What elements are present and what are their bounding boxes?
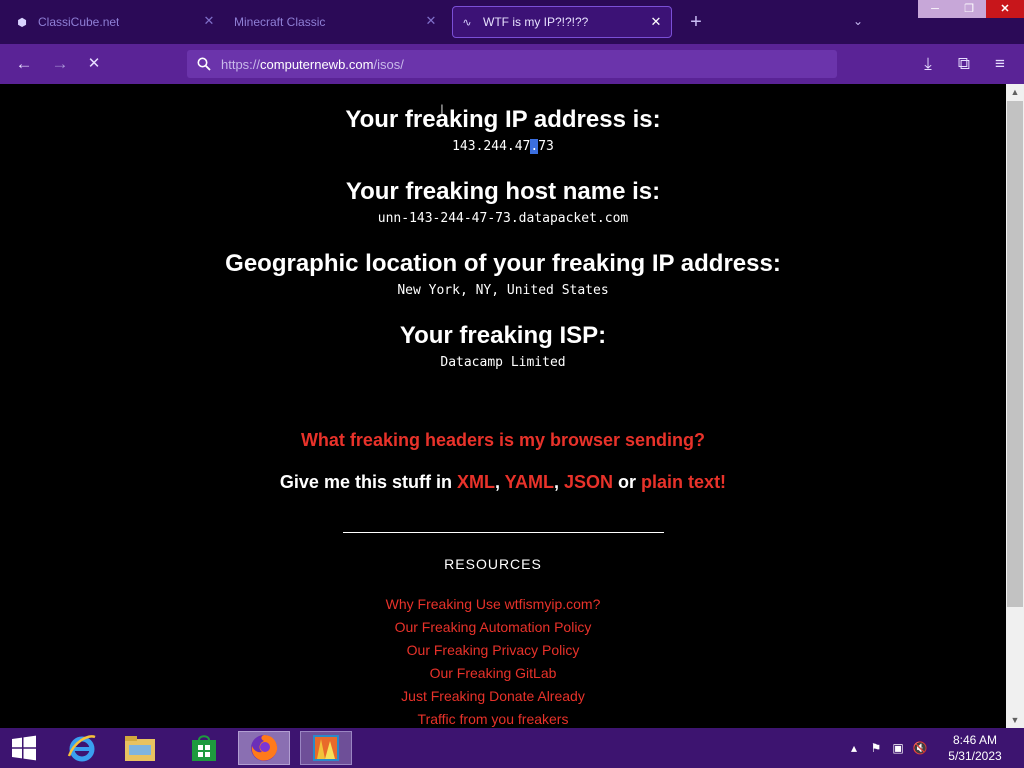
window-controls: ─ ❐ ✕	[918, 0, 1024, 18]
resource-link-privacy-policy[interactable]: Our Freaking Privacy Policy	[0, 642, 986, 658]
url-text: https://computernewb.com/isos/	[221, 57, 404, 72]
internet-explorer-icon	[67, 735, 96, 762]
format-separator: ,	[553, 472, 564, 492]
close-tab-icon[interactable]: ✕	[649, 15, 663, 29]
tab-label: ClassiCube.net	[38, 15, 120, 29]
host-heading: Your freaking host name is:	[345, 178, 661, 205]
cube-icon: ⬢	[17, 16, 27, 29]
vertical-scrollbar[interactable]: ▲ ▼	[1006, 84, 1024, 728]
action-center-flag-icon[interactable]: ⚑	[868, 740, 884, 756]
geo-value: New York, NY, United States	[397, 283, 609, 298]
ip-value-part1: 143.244.47	[452, 139, 531, 154]
ip-heading: Your freaking IP address is:	[345, 106, 661, 133]
hamburger-menu-icon[interactable]: ≡	[990, 54, 1010, 74]
close-window-button[interactable]: ✕	[986, 0, 1024, 18]
divider	[343, 532, 664, 533]
app-button[interactable]	[300, 731, 352, 765]
resource-link-automation-policy[interactable]: Our Freaking Automation Policy	[0, 619, 986, 635]
forward-arrow-icon[interactable]: →	[50, 54, 70, 74]
tab-minecraft-classic[interactable]: Minecraft Classic ✕	[228, 6, 446, 38]
restore-button[interactable]: ❐	[952, 0, 986, 18]
headers-link[interactable]: What freaking headers is my browser send…	[0, 430, 1006, 451]
plain-text-link[interactable]: plain text!	[641, 472, 726, 492]
url-host: computernewb.com	[260, 56, 374, 72]
start-button[interactable]	[0, 731, 48, 765]
geo-heading: Geographic location of your freaking IP …	[225, 250, 781, 277]
ip-value-part2: 73	[538, 139, 554, 154]
stop-loading-icon[interactable]: ✕	[84, 54, 104, 74]
windows-taskbar: ▴ ⚑ ▣ 🔇 8:46 AM 5/31/2023	[0, 728, 1024, 768]
yaml-link[interactable]: YAML	[505, 472, 554, 492]
show-hidden-icons-chevron-icon[interactable]: ▴	[846, 740, 862, 756]
internet-explorer-button[interactable]	[56, 731, 108, 765]
resources-heading: RESOURCES	[444, 556, 542, 572]
new-tab-button[interactable]: +	[686, 12, 706, 32]
tab-label: Minecraft Classic	[234, 15, 326, 29]
isp-value: Datacamp Limited	[440, 355, 566, 370]
app-icon	[313, 735, 339, 761]
clock-date: 5/31/2023	[948, 749, 1002, 763]
close-tab-icon[interactable]: ✕	[424, 14, 438, 28]
format-prefix: Give me this stuff in	[279, 472, 457, 492]
format-or: or	[613, 472, 642, 492]
resource-link-traffic[interactable]: Traffic from you freakers	[0, 711, 986, 727]
page-content: I Your freaking IP address is: 143.244.4…	[0, 84, 1006, 728]
url-scheme: https://	[221, 56, 261, 72]
tab-wtf-is-my-ip[interactable]: ∿ WTF is my IP?!?!?? ✕	[452, 6, 672, 38]
file-explorer-icon	[125, 736, 155, 761]
json-link[interactable]: JSON	[564, 472, 613, 492]
network-icon[interactable]: ▣	[890, 740, 906, 756]
search-icon	[196, 56, 212, 72]
system-tray: ▴ ⚑ ▣ 🔇 8:46 AM 5/31/2023	[844, 728, 1024, 768]
clock-time: 8:46 AM	[952, 733, 998, 747]
loading-icon: ∿	[462, 16, 472, 29]
ip-value[interactable]: 143.244.47.73	[0, 139, 1006, 154]
store-button[interactable]	[178, 731, 230, 765]
clock[interactable]: 8:46 AM 5/31/2023	[940, 732, 1010, 764]
file-explorer-button[interactable]	[114, 731, 166, 765]
downloads-icon[interactable]: ⤓	[918, 54, 938, 74]
format-line: Give me this stuff in XML, YAML, JSON or…	[0, 472, 1006, 493]
close-tab-icon[interactable]: ✕	[202, 14, 216, 28]
store-icon	[192, 735, 216, 761]
navigation-bar: ← → ✕ https://computernewb.com/isos/ ⤓ ⧉…	[0, 44, 1024, 84]
tab-classicube[interactable]: ⬢ ClassiCube.net ✕	[6, 6, 224, 38]
resource-link-donate[interactable]: Just Freaking Donate Already	[0, 688, 986, 704]
tab-bar: ⬢ ClassiCube.net ✕ Minecraft Classic ✕ ∿…	[0, 0, 1024, 44]
firefox-icon	[251, 735, 278, 761]
back-arrow-icon[interactable]: ←	[14, 54, 34, 74]
extensions-icon[interactable]: ⧉	[954, 54, 974, 74]
scrollbar-thumb[interactable]	[1007, 101, 1023, 607]
tab-label: WTF is my IP?!?!??	[483, 15, 589, 29]
scroll-up-arrow-icon[interactable]: ▲	[1006, 84, 1024, 100]
resource-link-gitlab[interactable]: Our Freaking GitLab	[0, 665, 986, 681]
xml-link[interactable]: XML	[457, 472, 495, 492]
minimize-button[interactable]: ─	[918, 0, 952, 18]
list-all-tabs-chevron-icon[interactable]: ⌄	[850, 14, 866, 30]
address-bar[interactable]: https://computernewb.com/isos/	[187, 50, 837, 78]
firefox-button[interactable]	[238, 731, 290, 765]
volume-muted-icon[interactable]: 🔇	[912, 740, 928, 756]
scroll-down-arrow-icon[interactable]: ▼	[1006, 712, 1024, 728]
format-separator: ,	[494, 472, 505, 492]
resource-link-why-use[interactable]: Why Freaking Use wtfismyip.com?	[0, 596, 986, 612]
isp-heading: Your freaking ISP:	[399, 322, 607, 349]
host-value: unn-143-244-47-73.datapacket.com	[377, 211, 629, 226]
windows-logo-icon	[12, 735, 36, 761]
url-path: /isos/	[373, 56, 404, 72]
